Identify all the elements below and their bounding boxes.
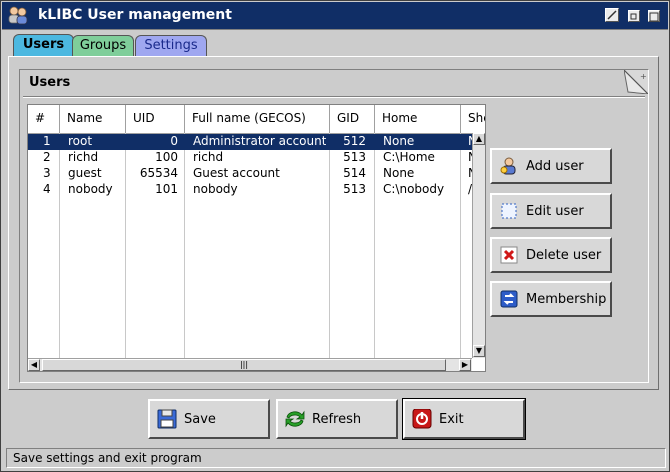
edit-user-icon [500,202,518,220]
column-header-home[interactable]: Home [375,105,461,133]
app-window: kLIBC User management Users Groups Setti… [0,0,670,472]
minimize-icon [630,13,637,20]
refresh-button[interactable]: Refresh [276,399,398,439]
horizontal-scrollbar[interactable]: ◀ ||| ▶ [28,358,472,371]
save-button[interactable]: Save [148,399,270,439]
cell-uid: 0 [170,134,178,148]
status-text: Save settings and exit program [13,451,202,465]
cell-name: nobody [68,182,113,196]
cell-home: None [383,134,415,148]
column-header-gid[interactable]: GID [330,105,375,133]
exit-label: Exit [439,412,464,427]
cell-gecos: Administrator account [193,134,327,148]
cell-gid: 513 [343,150,366,164]
cell-number: 3 [43,166,51,180]
tab-users[interactable]: Users [13,34,74,57]
cell-name: root [68,134,93,148]
membership-label: Membership [526,292,607,307]
vertical-scrollbar[interactable]: ▲ ▼ [472,133,485,358]
page-curl-icon[interactable]: + [623,68,650,95]
cell-number: 4 [43,182,51,196]
scroll-thumb[interactable]: ||| [42,359,446,371]
floppy-disk-icon [156,409,178,429]
svg-text:+: + [640,72,647,81]
tab-settings-label: Settings [144,38,198,53]
cell-home: None [383,166,415,180]
cell-gecos: Guest account [193,166,280,180]
refresh-arrows-icon [284,409,306,429]
cell-gecos: nobody [193,182,238,196]
edit-user-label: Edit user [526,204,584,219]
column-header-shell[interactable]: She [461,105,485,133]
column-header-uid[interactable]: UID [126,105,185,133]
group-title-divider [23,96,645,98]
add-user-icon [500,157,518,175]
cell-home: C:\nobody [383,182,445,196]
cell-uid: 100 [155,150,178,164]
cell-name: guest [68,166,102,180]
tab-users-label: Users [22,37,65,52]
window-menu-button[interactable] [605,8,619,22]
users-group-title: Users [29,75,71,90]
delete-user-label: Delete user [526,248,602,263]
membership-button[interactable]: Membership [490,281,612,317]
membership-icon [500,290,518,308]
minimize-button[interactable] [628,10,640,22]
cell-gid: 513 [343,182,366,196]
cell-gid: 512 [343,134,366,148]
window-title: kLIBC User management [38,7,232,23]
column-header-number[interactable]: # [28,105,60,133]
add-user-label: Add user [526,159,584,174]
column-header-name[interactable]: Name [60,105,126,133]
maximize-button[interactable] [648,10,660,22]
cell-gid: 514 [343,166,366,180]
edit-user-button[interactable]: Edit user [490,193,612,229]
cell-home: C:\Home [383,150,435,164]
cell-name: richd [68,150,99,164]
table-row[interactable]: 3 guest 65534 Guest account 514 None N [28,166,477,182]
table-row[interactable]: 4 nobody 101 nobody 513 C:\nobody / [28,182,472,198]
cell-number: 2 [43,150,51,164]
tab-groups[interactable]: Groups [72,35,134,56]
users-app-icon[interactable] [7,5,29,25]
power-icon [411,408,433,429]
refresh-label: Refresh [312,412,362,427]
tab-settings[interactable]: Settings [135,35,207,56]
slash-icon [607,10,617,20]
save-label: Save [184,412,216,427]
scroll-right-button[interactable]: ▶ [459,359,471,371]
scroll-down-button[interactable]: ▼ [473,345,485,357]
add-user-button[interactable]: Add user [490,148,612,184]
title-bar[interactable]: kLIBC User management [2,2,668,30]
table-row[interactable]: 1 root 0 Administrator account 512 None … [28,134,477,150]
status-bar: Save settings and exit program [6,448,666,468]
column-header-gecos[interactable]: Full name (GECOS) [185,105,330,133]
delete-user-button[interactable]: Delete user [490,237,612,273]
exit-button[interactable]: Exit [402,398,526,440]
cell-gecos: richd [193,150,224,164]
tab-groups-label: Groups [79,38,127,53]
cell-uid: 65534 [139,166,178,180]
scroll-up-button[interactable]: ▲ [473,133,485,145]
users-table[interactable]: # Name UID Full name (GECOS) GID Home Sh… [27,104,486,372]
maximize-icon [649,12,659,22]
cell-number: 1 [43,134,51,148]
delete-user-icon [500,246,518,264]
cell-uid: 101 [155,182,178,196]
scroll-left-button[interactable]: ◀ [28,359,40,371]
table-row[interactable]: 2 richd 100 richd 513 C:\Home N [28,150,477,166]
